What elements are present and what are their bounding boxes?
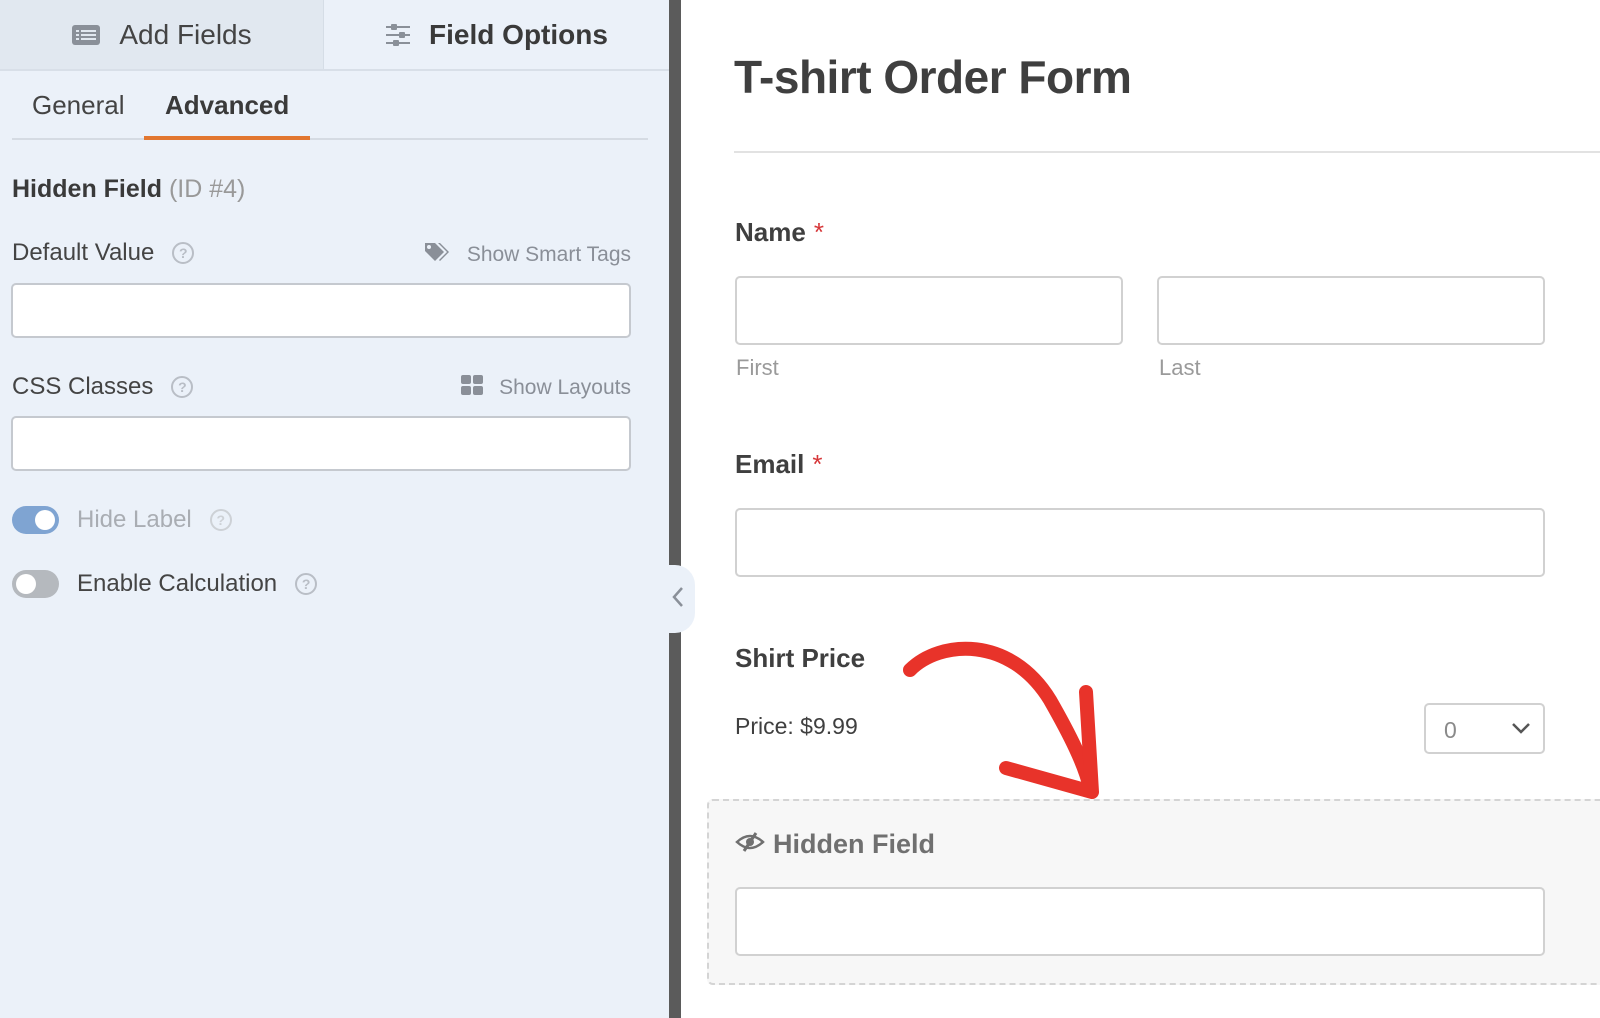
show-smart-tags-link[interactable]: Show Smart Tags [423, 241, 631, 269]
field-options-panel: Add Fields Field Options General Advance… [0, 0, 669, 1018]
required-asterisk: * [813, 217, 824, 247]
price-text: Price: $9.99 [735, 713, 858, 739]
required-asterisk: * [812, 449, 823, 479]
email-field-label[interactable]: Email * [735, 449, 823, 480]
show-smart-tags-label: Show Smart Tags [466, 243, 631, 266]
enable-calculation-row: Enable Calculation ? [12, 570, 318, 598]
tags-icon [423, 241, 451, 269]
shirt-price-label[interactable]: Shirt Price [735, 643, 865, 674]
chevron-left-icon [671, 585, 685, 614]
quantity-value: 0 [1444, 717, 1457, 743]
options-subtabs: General Advanced [12, 72, 648, 140]
hidden-field-label: Hidden Field [735, 829, 935, 860]
email-input[interactable] [735, 508, 1545, 577]
help-icon[interactable]: ? [209, 509, 232, 531]
enable-calculation-toggle[interactable] [12, 570, 59, 598]
field-id: (ID #4) [168, 175, 246, 203]
show-layouts-link[interactable]: Show Layouts [461, 375, 631, 401]
tab-field-options[interactable]: Field Options [324, 0, 669, 69]
list-icon [71, 24, 101, 46]
chevron-down-icon [1511, 721, 1531, 740]
sliders-icon [385, 23, 411, 47]
default-value-label: Default Value [12, 239, 155, 266]
collapse-panel-button[interactable] [660, 565, 695, 633]
form-title: T-shirt Order Form [734, 51, 1132, 103]
hidden-field-input[interactable] [735, 887, 1545, 956]
tab-add-fields-label: Add Fields [119, 18, 252, 50]
last-name-input[interactable] [1157, 276, 1545, 345]
name-field-label[interactable]: Name * [735, 217, 824, 248]
show-layouts-label: Show Layouts [499, 376, 631, 399]
field-heading: Hidden Field (ID #4) [12, 175, 245, 204]
enable-calculation-text: Enable Calculation [77, 570, 278, 597]
help-icon[interactable]: ? [295, 573, 318, 595]
help-icon[interactable]: ? [171, 376, 194, 398]
css-classes-label: CSS Classes [12, 373, 154, 400]
css-classes-label-row: CSS Classes ? [12, 373, 194, 401]
tab-field-options-label: Field Options [429, 18, 608, 50]
subtab-general[interactable]: General [32, 90, 125, 121]
quantity-select[interactable]: 0 [1424, 703, 1545, 754]
panel-divider [669, 0, 681, 1018]
hide-label-text: Hide Label [77, 506, 192, 533]
tab-add-fields[interactable]: Add Fields [0, 0, 324, 69]
subtab-advanced[interactable]: Advanced [165, 90, 289, 121]
first-name-input[interactable] [735, 276, 1123, 345]
help-icon[interactable]: ? [172, 242, 195, 264]
eye-slash-icon [735, 829, 765, 860]
annotation-arrow-icon [903, 641, 1099, 799]
last-sublabel: Last [1159, 355, 1201, 380]
hidden-field-label-text: Hidden Field [773, 829, 935, 859]
default-value-label-row: Default Value ? [12, 239, 195, 267]
name-label-text: Name [735, 217, 806, 247]
hide-label-row: Hide Label ? [12, 506, 232, 534]
css-classes-input[interactable] [11, 416, 631, 471]
grid-icon [461, 375, 484, 401]
first-sublabel: First [736, 355, 779, 380]
email-label-text: Email [735, 449, 805, 479]
title-divider [734, 151, 1600, 153]
field-type-name: Hidden Field [12, 175, 162, 203]
panel-tabs: Add Fields Field Options [0, 0, 669, 71]
hide-label-toggle[interactable] [12, 506, 59, 534]
default-value-input[interactable] [11, 283, 631, 338]
active-subtab-indicator [144, 136, 310, 140]
